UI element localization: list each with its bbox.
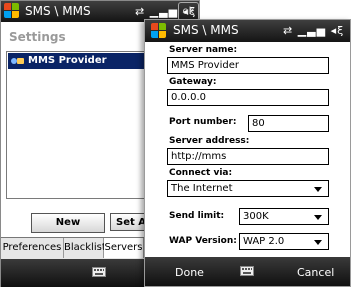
gateway-field[interactable]: 0.0.0.0 [167, 89, 329, 106]
tab-servers[interactable]: Servers [104, 238, 144, 258]
server-address-field[interactable]: http://mms [167, 148, 329, 165]
server-name-label: Server name: [169, 45, 238, 55]
status-icons[interactable]: ⇄ ▁▃▅ ◂ξ [283, 24, 344, 37]
server-address-label: Server address: [169, 136, 250, 146]
wap-version-label: WAP Version: [169, 236, 237, 246]
mms-provider-icon [11, 58, 24, 64]
tab-preferences[interactable]: Preferences [1, 238, 64, 258]
port-number-field[interactable]: 80 [248, 115, 329, 132]
server-name-field[interactable]: MMS Provider [167, 57, 329, 74]
server-settings-window: SMS \ MMS ⇄ ▁▃▅ ◂ξ Server name: MMS Prov… [144, 19, 351, 287]
new-button[interactable]: New [31, 213, 105, 233]
connect-via-label: Connect via: [169, 168, 233, 178]
wap-version-select[interactable]: WAP 2.0 [239, 233, 329, 250]
chevron-down-icon [314, 187, 322, 192]
send-limit-select[interactable]: 300K [239, 208, 329, 225]
send-limit-label: Send limit: [169, 211, 225, 221]
title-bar: SMS \ MMS ⇄ ▁▃▅ ◂ξ [145, 20, 350, 42]
tab-blacklist[interactable]: Blacklist [64, 238, 106, 258]
start-menu-icon[interactable] [4, 3, 20, 19]
start-menu-icon[interactable] [151, 23, 167, 39]
connect-via-value: The Internet [171, 183, 233, 194]
gateway-label: Gateway: [169, 77, 217, 87]
send-limit-value: 300K [243, 211, 269, 222]
list-item-label: MMS Provider [28, 55, 107, 66]
soft-key-bar: Done Cancel [145, 257, 350, 286]
done-softkey[interactable]: Done [175, 266, 204, 279]
chevron-down-icon [314, 240, 322, 245]
chevron-down-icon [314, 215, 322, 220]
keyboard-icon[interactable] [240, 266, 254, 276]
cancel-softkey[interactable]: Cancel [297, 266, 334, 279]
port-number-label: Port number: [169, 117, 237, 127]
app-title: SMS \ MMS [173, 23, 239, 37]
app-title: SMS \ MMS [25, 4, 91, 18]
page-title: Settings [9, 30, 66, 44]
connect-via-select[interactable]: The Internet [167, 180, 329, 197]
wap-version-value: WAP 2.0 [243, 236, 285, 247]
keyboard-icon[interactable] [92, 267, 106, 277]
